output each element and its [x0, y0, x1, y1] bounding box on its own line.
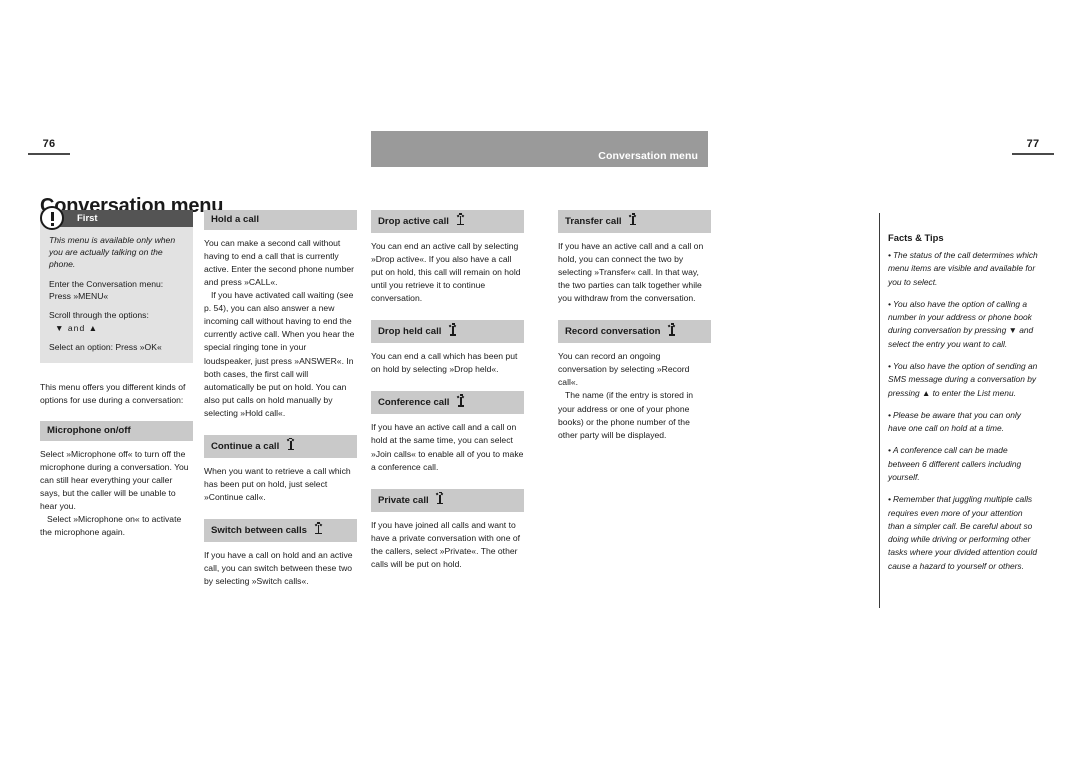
section-paragraph: You can make a second call without havin… [204, 237, 355, 288]
first-callout-line-3: Scroll through the options: [49, 310, 149, 321]
section-heading: Hold a call [204, 210, 357, 230]
section-switch-between-calls: Switch between calls If you have a call … [204, 519, 357, 588]
section-heading: Conference call [371, 391, 524, 415]
section-paragraph: You can record an ongoing conversation b… [558, 351, 690, 388]
running-head-label: Conversation menu [598, 150, 698, 162]
bullet-icon: • [888, 360, 891, 371]
section-continue-a-call: Continue a call When you want to retriev… [204, 434, 357, 504]
section-paragraph: You can end a call which has been put on… [371, 351, 518, 375]
facts-and-tips-item-text: You also have the option of sending an S… [888, 360, 1038, 398]
section-paragraph: When you want to retrieve a call which h… [204, 465, 351, 502]
section-heading-label: Transfer call [565, 216, 622, 227]
section-paragraph: The name (if the entry is stored in your… [558, 390, 694, 440]
first-callout-bar: First [40, 206, 193, 230]
first-callout-box: First This menu is available only when y… [40, 206, 193, 363]
folio-left-rule [28, 153, 70, 155]
facts-and-tips-item: • A conference call can be made between 6… [888, 444, 1040, 484]
section-paragraph: If you have an active call and a call on… [371, 422, 524, 472]
folio-right: 77 [1012, 138, 1054, 155]
column-1: First This menu is available only when y… [40, 206, 193, 539]
section-paragraph: Select »Microphone off« to turn off the … [40, 448, 189, 511]
section-paragraph: Select »Microphone on« to activate the m… [40, 514, 182, 538]
facts-and-tips-item: • Remember that juggling multiple calls r… [888, 493, 1040, 573]
first-callout-line-4: ▼ and ▲ [55, 323, 99, 334]
section-heading-label: Record conversation [565, 326, 661, 338]
facts-and-tips-column: Facts & Tips • The status of the call det… [888, 232, 1040, 582]
bullet-icon: • [888, 298, 891, 309]
facts-and-tips-item-text: Remember that juggling multiple calls re… [888, 494, 1037, 571]
bullet-icon: • [888, 409, 891, 420]
section-heading: Continue a call [204, 434, 357, 458]
bullet-icon: • [888, 445, 891, 456]
section-paragraph: If you have an active call and a call on… [558, 240, 704, 304]
folio-left: 76 [28, 138, 70, 155]
section-paragraph: You can end an active call by selecting … [371, 240, 521, 304]
bullet-icon: • [888, 494, 891, 505]
section-heading: Private call [371, 488, 524, 512]
first-callout-line-2: Enter the Conversation menu: Press »MENU… [49, 278, 164, 301]
section-heading-label: Switch between calls [211, 525, 307, 537]
section-paragraph: If you have a call on hold and an active… [204, 550, 353, 587]
folio-right-number: 77 [1026, 138, 1040, 150]
section-transfer-call: Transfer call If you have an active call… [558, 210, 711, 305]
section-heading-label: Microphone on/off [47, 424, 131, 436]
section-heading-label: Private call [378, 494, 429, 506]
section-microphone-on-off: Microphone on/off Select »Microphone off… [40, 420, 193, 539]
column-4: Transfer call If you have an active call… [558, 210, 711, 442]
section-hold-a-call: Hold a call You can make a second call w… [204, 210, 357, 420]
section-heading: Transfer call [558, 210, 711, 233]
notes-divider [879, 213, 880, 608]
facts-and-tips-item-text: Please be aware that you can only have o… [888, 409, 1021, 434]
section-heading-label: Drop active call [378, 216, 449, 227]
section-heading-label: Continue a call [211, 440, 280, 452]
folio-right-rule [1012, 153, 1054, 155]
section-private-call: Private call If you have joined all call… [371, 488, 524, 571]
signal-antenna-icon [314, 522, 324, 538]
signal-antenna-icon [628, 213, 638, 229]
first-callout-body: This menu is available only when you are… [40, 227, 193, 354]
section-heading: Switch between calls [204, 519, 357, 543]
signal-antenna-icon [436, 491, 445, 508]
first-callout-line-5: Select an option: Press »OK« [49, 342, 162, 353]
exclamation-circle-icon [40, 206, 64, 230]
facts-and-tips-item-text: A conference call can be made between 6 … [888, 445, 1022, 482]
facts-and-tips-item-text: The status of the call determines which … [888, 250, 1038, 287]
section-heading-label: Conference call [378, 397, 450, 409]
section-drop-held-call: Drop held call You can end a call which … [371, 320, 524, 376]
section-heading: Record conversation [558, 320, 711, 344]
facts-and-tips-title: Facts & Tips [888, 232, 944, 243]
section-heading: Drop active call [371, 210, 524, 233]
section-conference-call: Conference call If you have an active ca… [371, 391, 524, 473]
facts-and-tips-item: • You also have the option of sending an … [888, 360, 1040, 400]
facts-and-tips-item-text: You also have the option of calling a nu… [888, 298, 1034, 349]
section-paragraph: If you have joined all calls and want to… [371, 519, 521, 569]
signal-antenna-icon [448, 323, 458, 339]
facts-and-tips-item: • The status of the call determines which… [888, 249, 1040, 289]
section-heading: Drop held call [371, 320, 524, 344]
first-callout-label: First [77, 213, 98, 224]
column-2: Hold a call You can make a second call w… [204, 210, 357, 588]
signal-antenna-icon [456, 213, 466, 229]
section-paragraph: If you have activated call waiting (see … [204, 290, 355, 418]
section-heading-label: Hold a call [211, 214, 259, 225]
facts-and-tips-item: • You also have the option of calling a n… [888, 298, 1040, 351]
first-callout-line-1: This menu is available only when you are… [49, 235, 176, 270]
section-record-conversation: Record conversation You can record an on… [558, 320, 711, 441]
facts-and-tips-item: • Please be aware that you can only have … [888, 409, 1040, 436]
signal-antenna-icon [286, 437, 296, 454]
bullet-icon: • [888, 250, 891, 260]
manual-page-spread: 76 Conversation menu 77 Conversation men… [0, 0, 1080, 763]
section-heading: Microphone on/off [40, 420, 193, 441]
running-head-band: Conversation menu [371, 131, 708, 167]
folio-left-number: 76 [42, 138, 56, 150]
signal-antenna-icon [667, 323, 677, 339]
column-3: Drop active call You can end an active c… [371, 210, 524, 571]
signal-antenna-icon [456, 394, 466, 410]
section-heading-label: Drop held call [378, 326, 442, 338]
section-drop-active-call: Drop active call You can end an active c… [371, 210, 524, 305]
intro-paragraph: This menu offers you different kinds of … [40, 381, 186, 405]
